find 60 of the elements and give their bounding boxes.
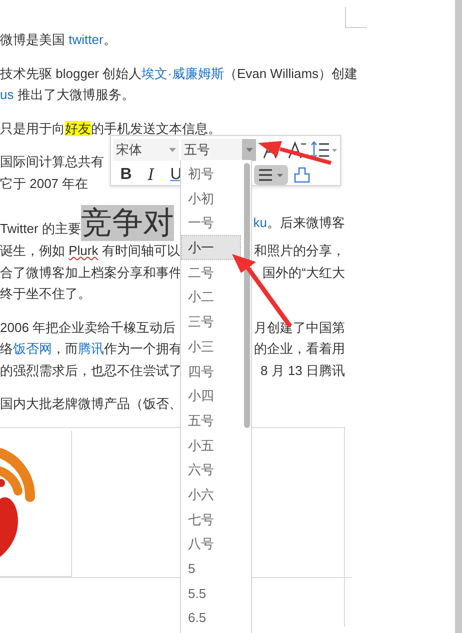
link[interactable]: 饭否网 <box>13 341 52 356</box>
dropdown-item[interactable]: 小二 <box>181 284 241 310</box>
dropdown-item[interactable]: 5 <box>181 556 241 581</box>
text-line: 它于 2007 年在 <box>0 174 88 192</box>
broadcast-logo-icon <box>0 446 36 557</box>
text-line: 诞生，例如 Plurk 有时间轴可以 <box>0 242 180 260</box>
dropdown-item[interactable]: 小一 <box>181 235 241 260</box>
dropdown-item[interactable]: 三号 <box>181 309 241 334</box>
link[interactable]: 埃文·威廉姆斯 <box>142 66 224 80</box>
text-line: us 推出了大微博服务。 <box>0 86 134 104</box>
font-size-select[interactable]: 五号 <box>181 139 256 161</box>
dropdown-toggle[interactable] <box>242 139 256 161</box>
select-value: 宋体 <box>116 141 142 160</box>
style-button[interactable]: B <box>117 165 135 185</box>
dropdown-item[interactable]: 七号 <box>181 506 241 532</box>
text-line: 2006 年把企业卖给千橡互动后 <box>0 318 176 337</box>
dropdown-item[interactable]: 八号 <box>181 531 241 556</box>
text-line: Twitter 的主要竞争对 <box>0 206 174 240</box>
style-button[interactable]: I <box>142 165 160 185</box>
dropdown-item[interactable]: 四号 <box>181 358 241 384</box>
link[interactable]: 腾讯 <box>78 341 104 356</box>
dropdown-item[interactable]: 小初 <box>181 186 241 210</box>
text-line: 只是用于向好友的手机发送文本信息。 <box>0 120 221 138</box>
dropdown-item[interactable]: 6.5 <box>181 605 241 630</box>
text-line: 微博是美国 twitter。 <box>0 31 116 49</box>
corner-mark <box>345 7 367 28</box>
link[interactable]: us <box>0 87 14 102</box>
text-line: 和照片的分享， <box>254 242 345 260</box>
text-line: 8 月 13 日腾讯 <box>260 362 345 380</box>
dropdown-item[interactable]: 六号 <box>181 457 241 482</box>
dropdown-item[interactable]: 小四 <box>181 383 241 408</box>
text-line: 技术先驱 blogger 创始人埃文·威廉姆斯（Evan Williams）创建 <box>0 64 358 83</box>
text-line: 络饭否网，而腾讯作为一个拥有 <box>0 340 182 358</box>
text-line: 的强烈需求后，也忍不住尝试了 <box>0 362 182 380</box>
dropdown-item[interactable]: 五号 <box>181 408 241 433</box>
dropdown-item[interactable]: 小三 <box>181 334 241 358</box>
shrink-font-icon[interactable] <box>287 140 307 160</box>
caret-icon <box>246 148 252 152</box>
text-line: 终于坐不住了。 <box>0 285 91 304</box>
text-line: 国外的“大红大 <box>262 264 345 282</box>
dropdown-item[interactable]: 小六 <box>181 482 241 507</box>
text-line: 国内大批老牌微博产品（饭否、 <box>0 395 182 414</box>
text-line: 国际间计算总共有 <box>0 153 104 171</box>
dropdown-item[interactable]: 一号 <box>181 210 241 236</box>
caret-icon <box>168 148 176 152</box>
link[interactable]: ku <box>253 215 267 230</box>
scroll-thumb[interactable] <box>244 163 250 428</box>
text-line: ku。后来微博客 <box>253 214 345 232</box>
scrollbar[interactable] <box>455 0 462 633</box>
eraser-icon[interactable] <box>293 165 311 185</box>
dropdown-item[interactable]: 小五 <box>181 432 241 458</box>
select-value: 五号 <box>184 141 210 160</box>
text-line: 的企业，看着用 <box>254 340 345 358</box>
align-button[interactable] <box>254 165 288 185</box>
font-name-select[interactable]: 宋体 <box>113 139 179 161</box>
dropdown-item[interactable]: 5.5 <box>181 580 241 606</box>
dropdown-item[interactable]: 二号 <box>181 260 241 284</box>
dropdown-item[interactable]: 初号 <box>181 161 241 186</box>
text-line: 合了微博客加上档案分享和事件 <box>0 264 182 282</box>
link[interactable]: twitter <box>68 32 104 47</box>
